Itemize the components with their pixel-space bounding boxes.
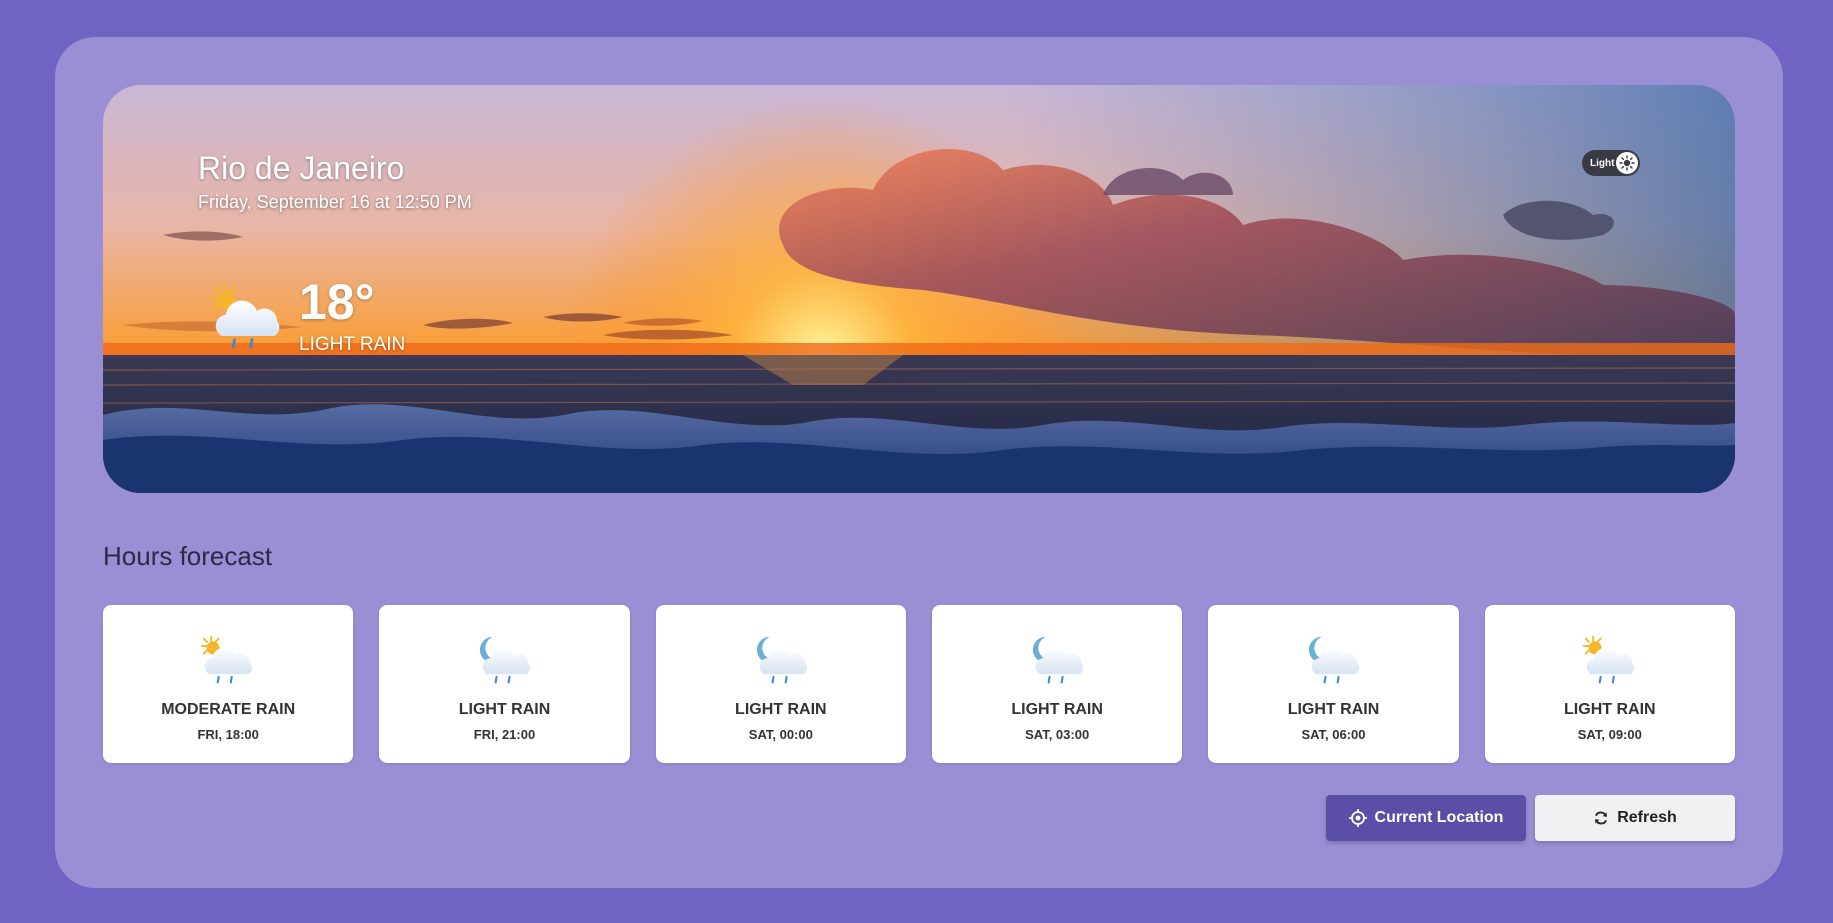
current-location-button[interactable]: Current Location (1326, 795, 1526, 841)
current-temperature: 18° (299, 274, 375, 330)
forecast-condition: LIGHT RAIN (1287, 701, 1380, 718)
forecast-section-title: Hours forecast (103, 541, 273, 571)
forecast-condition: LIGHT RAIN (458, 701, 551, 718)
moon-cloud-rain-icon (751, 633, 811, 689)
moon-cloud-rain-icon (474, 633, 534, 689)
forecast-time: FRI, 21:00 (473, 727, 536, 742)
forecast-time: SAT, 06:00 (1301, 727, 1366, 742)
refresh-icon (1595, 811, 1608, 825)
sun-cloud-rain-icon (198, 633, 258, 689)
forecast-time: FRI, 18:00 (197, 727, 259, 742)
forecast-time: SAT, 00:00 (748, 727, 813, 742)
moon-cloud-rain-icon (1303, 633, 1363, 689)
forecast-card[interactable]: LIGHT RAIN FRI, 21:00 (379, 605, 630, 763)
current-datetime: Friday, September 16 at 12:50 PM (198, 192, 472, 212)
refresh-label: Refresh (1617, 809, 1677, 826)
forecast-card[interactable]: LIGHT RAIN SAT, 00:00 (655, 605, 906, 763)
forecast-condition: MODERATE RAIN (161, 701, 296, 718)
theme-toggle[interactable]: Light (1582, 150, 1640, 176)
current-condition: LIGHT RAIN (299, 334, 406, 355)
forecast-condition: LIGHT RAIN (1011, 701, 1103, 718)
current-weather-hero: Rio de Janeiro Friday, September 16 at 1… (103, 85, 1735, 493)
hours-forecast-list: MODERATE RAIN FRI, 18:00 LIGHT RAIN FRI,… (103, 605, 1735, 763)
sun-cloud-rain-icon (1580, 633, 1640, 689)
forecast-card[interactable]: LIGHT RAIN SAT, 09:00 (1484, 605, 1735, 763)
theme-toggle-label: Light (1590, 157, 1615, 169)
forecast-time: SAT, 09:00 (1577, 727, 1642, 742)
current-location-label: Current Location (1374, 809, 1504, 826)
forecast-card[interactable]: MODERATE RAIN FRI, 18:00 (103, 605, 354, 763)
forecast-time: SAT, 03:00 (1025, 727, 1090, 742)
forecast-condition: LIGHT RAIN (1564, 701, 1656, 718)
forecast-card[interactable]: LIGHT RAIN SAT, 03:00 (931, 605, 1183, 763)
sun-icon (1616, 152, 1638, 174)
moon-cloud-rain-icon (1027, 633, 1087, 689)
weather-card: Rio de Janeiro Friday, September 16 at 1… (55, 37, 1783, 888)
forecast-card[interactable]: LIGHT RAIN SAT, 06:00 (1208, 605, 1459, 763)
refresh-button[interactable]: Refresh (1535, 795, 1735, 841)
forecast-condition: LIGHT RAIN (735, 701, 827, 718)
crosshair-icon (1348, 809, 1367, 827)
sun-cloud-rain-icon (207, 281, 287, 356)
city-name: Rio de Janeiro (198, 150, 405, 186)
